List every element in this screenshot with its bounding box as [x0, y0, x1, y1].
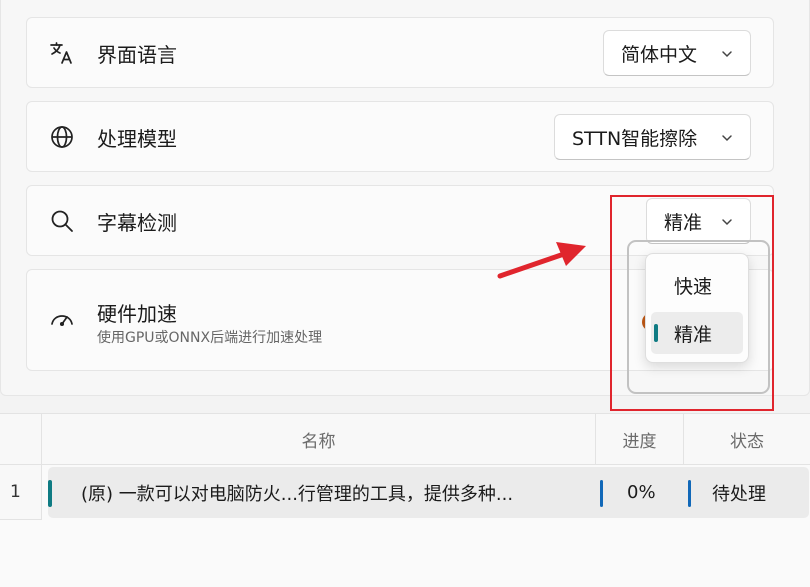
- translate-icon: [49, 40, 75, 66]
- column-divider: [600, 480, 603, 507]
- column-header-name[interactable]: 名称: [42, 414, 596, 465]
- hardware-label: 硬件加速: [97, 302, 177, 326]
- row-progress: 0%: [627, 482, 656, 503]
- column-header-label: 状态: [730, 431, 764, 452]
- row-status: 待处理: [712, 483, 766, 505]
- language-select[interactable]: 简体中文: [603, 30, 751, 76]
- chevron-down-icon: [722, 135, 732, 142]
- table-corner: [0, 414, 42, 465]
- column-header-progress[interactable]: 进度: [596, 414, 684, 465]
- model-label: 处理模型: [97, 127, 177, 151]
- annotation-arrow-icon: [497, 242, 586, 279]
- column-header-label: 名称: [301, 431, 336, 452]
- row-number-label: 1: [10, 482, 21, 502]
- globe-icon: [49, 124, 75, 150]
- setting-card-language: 界面语言 简体中文: [26, 17, 774, 88]
- search-icon: [49, 208, 75, 234]
- chevron-down-icon: [722, 51, 732, 58]
- hardware-description: 使用GPU或ONNX后端进行加速处理: [97, 330, 323, 346]
- setting-card-model: 处理模型 STTN智能擦除: [26, 101, 774, 172]
- column-header-status[interactable]: 状态: [684, 414, 810, 465]
- detection-label: 字幕检测: [97, 211, 177, 235]
- column-header-label: 进度: [622, 431, 657, 452]
- row-name: (原) 一款可以对电脑防火...行管理的工具，提供多种...: [81, 483, 514, 505]
- speedometer-icon: [49, 307, 75, 333]
- model-select-value: STTN智能擦除: [572, 127, 698, 150]
- table-row[interactable]: (原) 一款可以对电脑防火...行管理的工具，提供多种... 0% 待处理: [48, 467, 809, 518]
- highlight-frame-red: [610, 195, 774, 411]
- language-label: 界面语言: [97, 43, 177, 67]
- column-divider: [688, 480, 691, 507]
- model-select[interactable]: STTN智能擦除: [554, 114, 751, 160]
- language-select-value: 简体中文: [621, 43, 698, 66]
- task-table: 名称 进度 状态 1 (原) 一款可以对电脑防火...行管理的工具，提供多种..…: [0, 413, 810, 587]
- row-number: 1: [0, 465, 42, 520]
- row-selected-indicator: [48, 480, 52, 507]
